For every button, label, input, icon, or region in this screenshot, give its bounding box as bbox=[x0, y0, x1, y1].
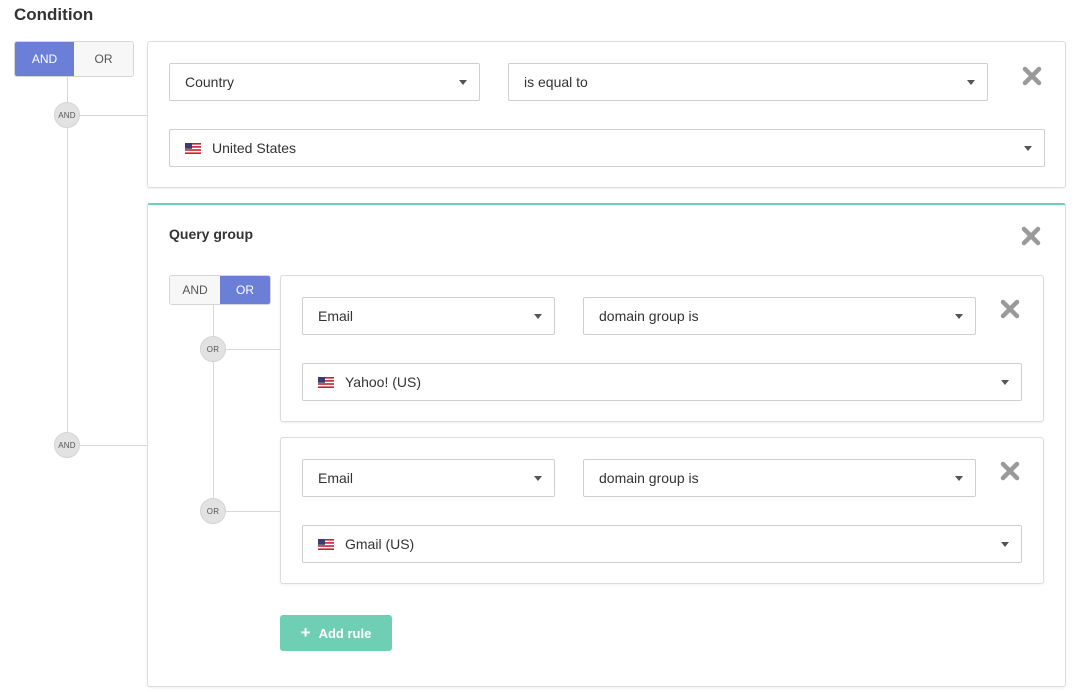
root-and-badge: AND bbox=[54, 102, 80, 128]
close-icon[interactable] bbox=[1000, 299, 1020, 319]
close-icon[interactable] bbox=[1000, 461, 1020, 481]
rule-field-select[interactable]: Email bbox=[302, 297, 555, 335]
rule-field-value: Email bbox=[318, 308, 354, 324]
rule-field-select[interactable]: Email bbox=[302, 459, 555, 497]
page-title: Condition bbox=[14, 5, 94, 24]
root-or-button[interactable]: OR bbox=[74, 42, 133, 76]
chevron-down-icon bbox=[534, 475, 542, 481]
rule-value-text: Yahoo! (US) bbox=[345, 374, 421, 390]
chevron-down-icon bbox=[1024, 145, 1032, 151]
rule-operator-value: domain group is bbox=[599, 308, 699, 324]
root-and-button[interactable]: AND bbox=[15, 42, 74, 76]
rule-value-select[interactable]: United States bbox=[169, 129, 1045, 167]
chevron-down-icon bbox=[534, 313, 542, 319]
chevron-down-icon bbox=[459, 79, 467, 85]
chevron-down-icon bbox=[1001, 379, 1009, 385]
query-group-title: Query group bbox=[169, 226, 254, 242]
group-and-button[interactable]: AND bbox=[170, 276, 220, 304]
rule-operator-select[interactable]: domain group is bbox=[583, 459, 976, 497]
root-and-or-toggle: AND OR bbox=[14, 41, 134, 77]
group-or-badge: OR bbox=[200, 498, 226, 524]
us-flag-icon bbox=[318, 376, 334, 388]
group-or-badge: OR bbox=[200, 336, 226, 362]
root-and-badge: AND bbox=[54, 432, 80, 458]
root-connector-line bbox=[67, 77, 68, 446]
add-rule-label: Add rule bbox=[318, 625, 372, 641]
chevron-down-icon bbox=[955, 313, 963, 319]
plus-icon: + bbox=[300, 623, 311, 642]
close-icon[interactable] bbox=[1022, 66, 1042, 86]
us-flag-icon bbox=[318, 538, 334, 550]
close-icon[interactable] bbox=[1021, 226, 1041, 246]
group-or-button[interactable]: OR bbox=[220, 276, 270, 304]
rule-value-select[interactable]: Gmail (US) bbox=[302, 525, 1022, 563]
rule-field-value: Email bbox=[318, 470, 354, 486]
rule-value-select[interactable]: Yahoo! (US) bbox=[302, 363, 1022, 401]
rule-operator-value: domain group is bbox=[599, 470, 699, 486]
us-flag-icon bbox=[185, 142, 201, 154]
chevron-down-icon bbox=[967, 79, 975, 85]
group-and-or-toggle: AND OR bbox=[169, 275, 271, 305]
rule-value-text: Gmail (US) bbox=[345, 536, 415, 552]
chevron-down-icon bbox=[1001, 541, 1009, 547]
rule-value-text: United States bbox=[212, 140, 297, 156]
chevron-down-icon bbox=[955, 475, 963, 481]
rule-operator-select[interactable]: is equal to bbox=[508, 63, 988, 101]
add-rule-button[interactable]: + Add rule bbox=[280, 615, 392, 651]
rule-operator-select[interactable]: domain group is bbox=[583, 297, 976, 335]
rule-field-select[interactable]: Country bbox=[169, 63, 480, 101]
rule-operator-value: is equal to bbox=[524, 74, 588, 90]
rule-field-value: Country bbox=[185, 74, 235, 90]
